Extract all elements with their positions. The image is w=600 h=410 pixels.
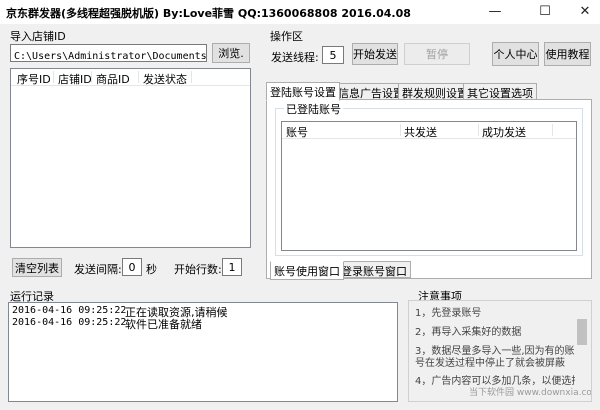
maximize-button[interactable]: ☐: [530, 0, 560, 22]
column-header: 店铺ID: [58, 73, 92, 86]
tab-account-login[interactable]: 登录账号窗口: [337, 261, 411, 278]
accounts-table-header: 账号 共发送 成功发送: [282, 122, 576, 139]
import-group-title: 导入店铺ID: [10, 30, 66, 43]
watermark-text: 当下软件园 www.downxia.com: [469, 388, 592, 398]
clear-list-button[interactable]: 清空列表: [12, 258, 62, 277]
operation-group-title: 操作区: [270, 30, 303, 43]
store-table[interactable]: 序号ID 店铺ID 商品ID 发送状态: [10, 68, 251, 248]
store-table-header: 序号ID 店铺ID 商品ID 发送状态: [11, 69, 250, 86]
tab-content: 已登陆账号 账号 共发送 成功发送: [266, 99, 592, 279]
logged-in-group-title: 已登陆账号: [284, 101, 343, 117]
interval-label: 发送间隔:: [74, 263, 122, 276]
threads-input[interactable]: 5: [322, 46, 344, 64]
log-box[interactable]: 2016-04-16 09:25:22 正在读取资源,请稍候 2016-04-1…: [8, 302, 398, 402]
note-line: 1，先登录账号: [415, 308, 482, 319]
threads-label: 发送线程:: [271, 51, 319, 64]
close-icon: ✕: [579, 3, 591, 19]
tutorial-button[interactable]: 使用教程: [544, 42, 591, 66]
window-title: 京东群发器(多线程超强脱机版) By:Love菲雪 QQ:1360068808 …: [6, 7, 411, 20]
start-send-button[interactable]: 开始发送: [352, 43, 398, 65]
minimize-icon: —: [488, 3, 502, 19]
minimize-button[interactable]: —: [480, 0, 510, 22]
notes-box: 1，先登录账号 2，再导入采集好的数据 3，数据尽量多导入一些,因为有的账 号在…: [408, 300, 592, 402]
note-line: 2，再导入采集好的数据: [415, 327, 522, 338]
tab-ad-settings[interactable]: 信息广告设置: [334, 83, 408, 100]
pause-button[interactable]: 暂停: [404, 43, 470, 65]
path-input[interactable]: C:\Users\Administrator\Documents\商家数据: [10, 44, 207, 62]
note-line: 号在发送过程中停止了就会被屏蔽: [415, 358, 565, 369]
seconds-label: 秒: [146, 263, 157, 276]
accounts-table[interactable]: 账号 共发送 成功发送: [281, 121, 577, 251]
column-header: 商品ID: [96, 73, 130, 86]
log-time: 2016-04-16 09:25:22: [12, 317, 127, 328]
column-header: 共发送: [404, 126, 437, 139]
column-header: 成功发送: [482, 126, 526, 139]
start-row-label: 开始行数:: [174, 263, 222, 276]
log-time: 2016-04-16 09:25:22: [12, 305, 127, 316]
column-header: 序号ID: [17, 73, 51, 86]
start-row-input[interactable]: 1: [222, 258, 242, 276]
browse-button[interactable]: 浏览.: [212, 43, 250, 63]
interval-input[interactable]: 0: [122, 258, 142, 276]
tab-send-rules[interactable]: 群发规则设置: [398, 83, 472, 100]
title-bar: 京东群发器(多线程超强脱机版) By:Love菲雪 QQ:1360068808 …: [0, 0, 600, 24]
tab-other-settings[interactable]: 其它设置选项: [463, 83, 537, 100]
tab-login-accounts[interactable]: 登陆账号设置: [266, 82, 340, 101]
close-button[interactable]: ✕: [570, 0, 600, 22]
log-message: 软件已准备就绪: [125, 318, 202, 331]
scrollbar-thumb[interactable]: [577, 319, 587, 345]
logged-in-group: 已登陆账号 账号 共发送 成功发送: [275, 101, 583, 256]
user-center-button[interactable]: 个人中心: [492, 42, 539, 66]
tab-account-usage[interactable]: 账号使用窗口: [270, 261, 344, 280]
column-header: 账号: [286, 126, 308, 139]
maximize-icon: ☐: [539, 3, 551, 19]
column-header: 发送状态: [143, 73, 187, 86]
